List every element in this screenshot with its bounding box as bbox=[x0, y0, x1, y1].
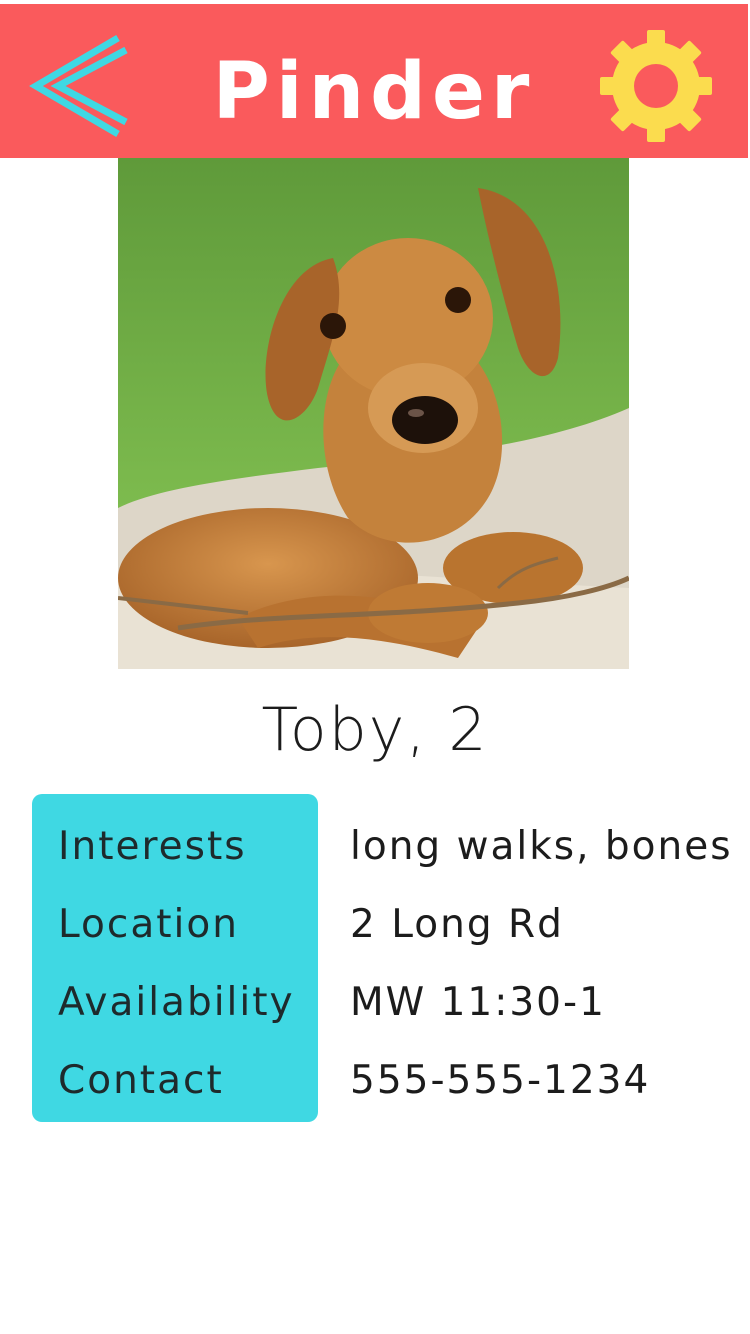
interests-value: long walks, bones bbox=[350, 824, 733, 869]
profile-screen: Pinder Toby, 2 Interests long walks, bon… bbox=[0, 0, 750, 1334]
app-header: Pinder bbox=[0, 4, 748, 158]
contact-value[interactable]: 555-555-1234 bbox=[350, 1056, 650, 1106]
availability-value: MW 11:30-1 bbox=[350, 980, 606, 1025]
settings-button[interactable] bbox=[598, 28, 714, 144]
availability-label: Availability bbox=[58, 980, 295, 1025]
profile-photo bbox=[118, 158, 629, 669]
contact-label: Contact bbox=[58, 1058, 224, 1103]
location-value: 2 Long Rd bbox=[350, 902, 564, 947]
interests-label: Interests bbox=[58, 824, 247, 869]
location-label: Location bbox=[58, 902, 239, 947]
gear-icon bbox=[600, 30, 712, 142]
pet-name-age: Toby, 2 bbox=[261, 695, 489, 765]
